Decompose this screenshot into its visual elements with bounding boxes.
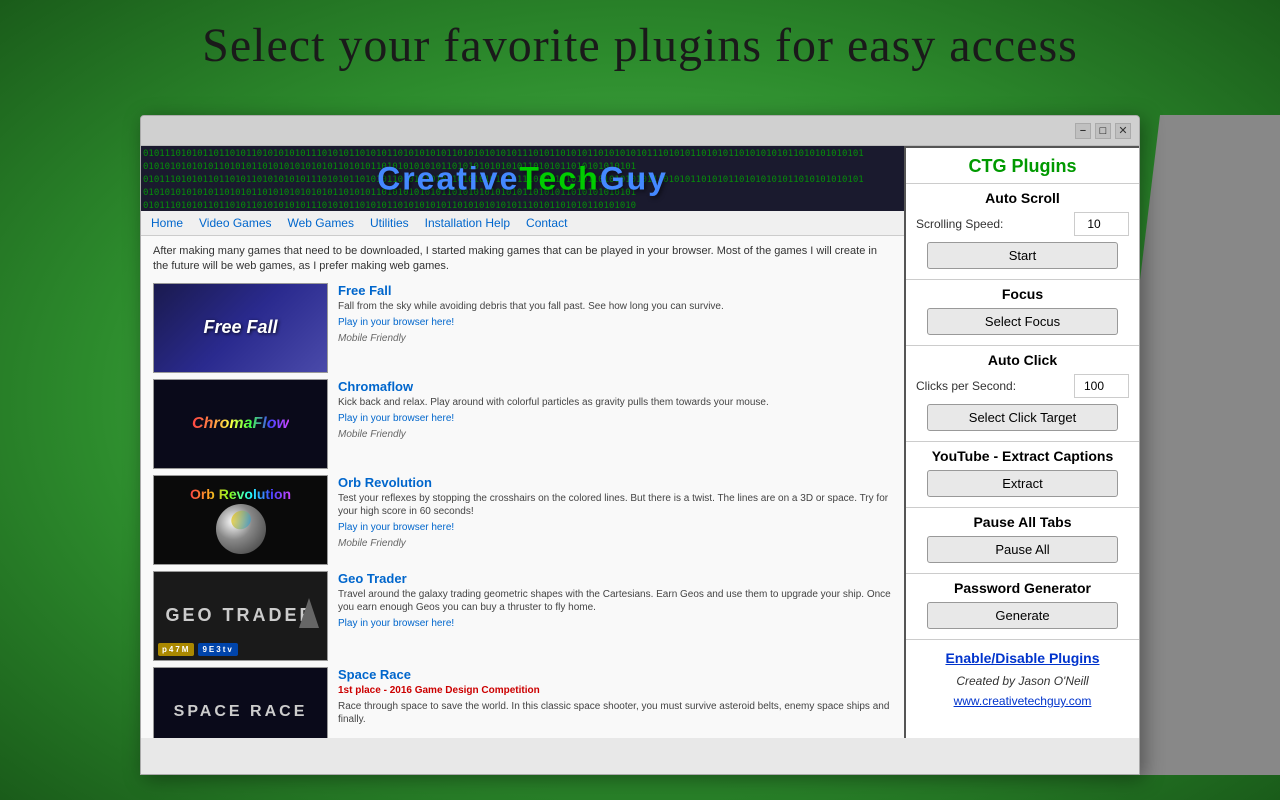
pause-all-title: Pause All Tabs bbox=[916, 514, 1129, 530]
nav-web-games[interactable]: Web Games bbox=[288, 216, 354, 230]
auto-scroll-title: Auto Scroll bbox=[916, 190, 1129, 206]
spacerace-logo-text: SPACE RACE bbox=[174, 703, 308, 721]
freefall-thumbnail: Free Fall bbox=[153, 283, 328, 373]
intro-text: After making many games that need to be … bbox=[153, 244, 892, 275]
maximize-button[interactable]: □ bbox=[1095, 123, 1111, 139]
nav-contact[interactable]: Contact bbox=[526, 216, 567, 230]
plugin-panel: CTG Plugins Auto Scroll Scrolling Speed:… bbox=[904, 146, 1139, 738]
browser-window: − □ ✕ 0101110101011011010110101010101110… bbox=[140, 115, 1140, 775]
website-nav: Home Video Games Web Games Utilities Ins… bbox=[141, 211, 904, 236]
scroll-speed-input[interactable] bbox=[1074, 212, 1129, 236]
freefall-description: Fall from the sky while avoiding debris … bbox=[338, 300, 892, 313]
nav-installation-help[interactable]: Installation Help bbox=[425, 216, 510, 230]
freefall-play-link[interactable]: Play in your browser here! bbox=[338, 316, 892, 329]
list-item: Orb Revolution Orb Revolution Test your … bbox=[153, 475, 892, 565]
geotrader-info: Geo Trader Travel around the galaxy trad… bbox=[338, 571, 892, 661]
spacerace-info: Space Race 1st place - 2016 Game Design … bbox=[338, 667, 892, 738]
list-item: SPACE RACE Space Race 1st place - 2016 G… bbox=[153, 667, 892, 738]
spacerace-competition: 1st place - 2016 Game Design Competition bbox=[338, 684, 892, 697]
badge-gold: p47M bbox=[158, 643, 194, 656]
website-content: 0101110101011011010110101010101110101011… bbox=[141, 146, 904, 738]
extract-button[interactable]: Extract bbox=[927, 470, 1119, 497]
browser-content: 0101110101011011010110101010101110101011… bbox=[141, 146, 1139, 738]
youtube-title: YouTube - Extract Captions bbox=[916, 448, 1129, 464]
chromaflow-description: Kick back and relax. Play around with co… bbox=[338, 396, 892, 409]
chromaflow-logo-text: ChromaFlow bbox=[192, 415, 289, 433]
chromaflow-play-link[interactable]: Play in your browser here! bbox=[338, 412, 892, 425]
orbrev-logo-text: Orb Revolution bbox=[190, 486, 291, 502]
geotrader-badges: p47M 9E3tv bbox=[158, 643, 238, 656]
plugin-panel-title: CTG Plugins bbox=[906, 148, 1139, 184]
minimize-button[interactable]: − bbox=[1075, 123, 1091, 139]
nav-video-games[interactable]: Video Games bbox=[199, 216, 272, 230]
scroll-speed-row: Scrolling Speed: bbox=[916, 212, 1129, 236]
nav-utilities[interactable]: Utilities bbox=[370, 216, 409, 230]
list-item: ChromaFlow Chromaflow Kick back and rela… bbox=[153, 379, 892, 469]
website-logo: CreativeTechGuy bbox=[377, 160, 668, 197]
list-item: Free Fall Free Fall Fall from the sky wh… bbox=[153, 283, 892, 373]
chromaflow-thumbnail: ChromaFlow bbox=[153, 379, 328, 469]
focus-title: Focus bbox=[916, 286, 1129, 302]
auto-click-title: Auto Click bbox=[916, 352, 1129, 368]
page-heading: Select your favorite plugins for easy ac… bbox=[0, 0, 1280, 87]
orbrev-play-link[interactable]: Play in your browser here! bbox=[338, 521, 892, 534]
geotrader-play-link[interactable]: Play in your browser here! bbox=[338, 617, 892, 630]
spacerace-description: Race through space to save the world. In… bbox=[338, 700, 892, 726]
geotrader-logo-text: GEO TRADER bbox=[165, 605, 315, 626]
spacerace-thumbnail: SPACE RACE bbox=[153, 667, 328, 738]
orbrev-title: Orb Revolution bbox=[338, 475, 892, 490]
nav-home[interactable]: Home bbox=[151, 216, 183, 230]
website-link[interactable]: www.creativetechguy.com bbox=[954, 694, 1092, 708]
cps-row: Clicks per Second: bbox=[916, 374, 1129, 398]
creator-text: Created by Jason O'Neill bbox=[916, 674, 1129, 688]
orbrev-info: Orb Revolution Test your reflexes by sto… bbox=[338, 475, 892, 565]
auto-scroll-start-button[interactable]: Start bbox=[927, 242, 1119, 269]
website-body: After making many games that need to be … bbox=[141, 236, 904, 738]
close-button[interactable]: ✕ bbox=[1115, 123, 1131, 139]
enable-disable-link[interactable]: Enable/Disable Plugins bbox=[916, 650, 1129, 666]
generate-button[interactable]: Generate bbox=[927, 602, 1119, 629]
auto-scroll-section: Auto Scroll Scrolling Speed: Start bbox=[906, 184, 1139, 280]
chromaflow-title: Chromaflow bbox=[338, 379, 892, 394]
orbrev-mobile: Mobile Friendly bbox=[338, 537, 892, 550]
scroll-speed-label: Scrolling Speed: bbox=[916, 217, 1003, 231]
auto-click-section: Auto Click Clicks per Second: Select Cli… bbox=[906, 346, 1139, 442]
freefall-mobile: Mobile Friendly bbox=[338, 332, 892, 345]
cps-input[interactable] bbox=[1074, 374, 1129, 398]
geotrader-thumbnail: GEO TRADER p47M 9E3tv bbox=[153, 571, 328, 661]
website-header: 0101110101011011010110101010101110101011… bbox=[141, 146, 904, 211]
browser-titlebar: − □ ✕ bbox=[141, 116, 1139, 146]
orbrev-description: Test your reflexes by stopping the cross… bbox=[338, 492, 892, 518]
freefall-title: Free Fall bbox=[338, 283, 892, 298]
orb-sphere bbox=[216, 504, 266, 554]
password-title: Password Generator bbox=[916, 580, 1129, 596]
spacerace-title: Space Race bbox=[338, 667, 892, 682]
pause-all-button[interactable]: Pause All bbox=[927, 536, 1119, 563]
badge-blue: 9E3tv bbox=[198, 643, 237, 656]
select-click-target-button[interactable]: Select Click Target bbox=[927, 404, 1119, 431]
orbrev-thumbnail: Orb Revolution bbox=[153, 475, 328, 565]
list-item: GEO TRADER p47M 9E3tv Geo Trader bbox=[153, 571, 892, 661]
password-section: Password Generator Generate bbox=[906, 574, 1139, 640]
chromaflow-info: Chromaflow Kick back and relax. Play aro… bbox=[338, 379, 892, 469]
pause-all-section: Pause All Tabs Pause All bbox=[906, 508, 1139, 574]
geotrader-arrow bbox=[299, 598, 319, 634]
plugin-footer: Enable/Disable Plugins Created by Jason … bbox=[906, 640, 1139, 720]
geotrader-description: Travel around the galaxy trading geometr… bbox=[338, 588, 892, 614]
focus-section: Focus Select Focus bbox=[906, 280, 1139, 346]
youtube-section: YouTube - Extract Captions Extract bbox=[906, 442, 1139, 508]
cps-label: Clicks per Second: bbox=[916, 379, 1016, 393]
freefall-info: Free Fall Fall from the sky while avoidi… bbox=[338, 283, 892, 373]
select-focus-button[interactable]: Select Focus bbox=[927, 308, 1119, 335]
chromaflow-mobile: Mobile Friendly bbox=[338, 428, 892, 441]
geotrader-title: Geo Trader bbox=[338, 571, 892, 586]
